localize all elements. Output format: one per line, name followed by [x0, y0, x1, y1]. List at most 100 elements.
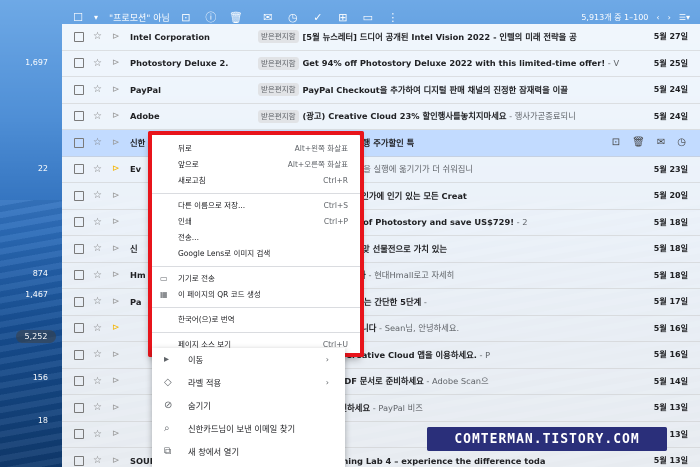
email-row[interactable]: ☆ ⊳ Intel Corporation 받은편지함 [5월 뉴스레터] 드디어 공개… [62, 24, 700, 51]
star-icon[interactable]: ☆ [93, 164, 104, 175]
context-menu-item[interactable]: 앞으로 Alt+오른쪽 화살표 [150, 157, 360, 173]
star-icon[interactable]: ☆ [93, 217, 104, 228]
star-icon[interactable]: ☆ [93, 190, 104, 201]
submenu-arrow-icon: › [325, 355, 329, 364]
important-marker-icon[interactable]: ⊳ [112, 85, 122, 95]
star-icon[interactable]: ☆ [93, 137, 104, 148]
star-icon[interactable]: ☆ [93, 84, 104, 95]
gmail-menu-item[interactable]: ▸ 이동 › [152, 348, 345, 371]
important-marker-icon[interactable]: ⊳ [112, 297, 122, 307]
context-menu-item[interactable]: Google Lens로 이미지 검색 [150, 246, 360, 262]
important-marker-icon[interactable]: ⊳ [112, 376, 122, 386]
row-checkbox[interactable] [74, 243, 84, 254]
snippet-text: - P [476, 349, 491, 360]
gmail-menu-item[interactable]: ◇ 라벨 적용 › [152, 371, 345, 394]
menu-item-shortcut: Alt+왼쪽 화살표 [294, 144, 348, 153]
menu-separator [150, 266, 360, 267]
row-checkbox[interactable] [74, 31, 84, 42]
next-page-icon[interactable]: › [668, 13, 671, 22]
star-icon[interactable]: ☆ [93, 111, 104, 122]
important-marker-icon[interactable]: ⊳ [112, 244, 122, 254]
important-marker-icon[interactable]: ⊳ [112, 32, 122, 42]
email-date: 5월 27일 [653, 32, 688, 42]
star-icon[interactable]: ☆ [93, 429, 104, 440]
email-row[interactable]: ☆ ⊳ Photostory Deluxe 2. 받은편지함 Get 94% off P… [62, 50, 700, 77]
row-checkbox[interactable] [74, 84, 84, 95]
context-menu-item[interactable]: ▦ 이 페이지의 QR 코드 생성 [150, 287, 360, 303]
sidebar-count: 874 [32, 269, 48, 278]
menu-item-label: 전송... [178, 233, 199, 242]
row-checkbox[interactable] [74, 402, 84, 413]
row-checkbox[interactable] [74, 429, 84, 440]
star-icon[interactable]: ☆ [93, 58, 104, 69]
delete-icon[interactable]: 🗑 [632, 137, 645, 148]
important-marker-icon[interactable]: ⊳ [112, 403, 122, 413]
menu-item-label: 한국어(으)로 번역 [178, 315, 235, 324]
inbox-tag: 받은편지함 [258, 109, 299, 123]
sender-name: PayPal [130, 84, 161, 95]
email-date: 5월 20일 [653, 191, 688, 201]
mark-read-icon[interactable]: ✉ [657, 137, 665, 148]
important-marker-icon[interactable]: ⊳ [112, 456, 122, 466]
menu-separator [150, 307, 360, 308]
context-menu-item[interactable]: 인쇄 Ctrl+P [150, 214, 360, 230]
email-date: 5월 18일 [653, 270, 688, 280]
important-marker-icon[interactable]: ⊳ [112, 164, 122, 174]
star-icon[interactable]: ☆ [93, 296, 104, 307]
menu-item-label: Google Lens로 이미지 검색 [178, 249, 271, 258]
email-date: 5월 13일 [653, 456, 688, 466]
menu-item-label: 앞으로 [178, 160, 199, 169]
important-marker-icon[interactable]: ⊳ [112, 138, 122, 148]
email-date: 5월 24일 [653, 111, 688, 121]
filter-label[interactable]: "프로모션" 아님 [109, 11, 170, 24]
context-menu-item[interactable]: ▭ 기기로 전송 [150, 271, 360, 287]
star-icon[interactable]: ☆ [93, 323, 104, 334]
email-row[interactable]: ☆ ⊳ Adobe 받은편지함 (광고) Creative Cloud 23% 할인행사… [62, 103, 700, 130]
context-menu-item[interactable]: 한국어(으)로 번역 [150, 312, 360, 328]
star-icon[interactable]: ☆ [93, 455, 104, 466]
context-menu-item[interactable]: 다른 이름으로 저장... Ctrl+S [150, 198, 360, 214]
star-icon[interactable]: ☆ [93, 243, 104, 254]
row-checkbox[interactable] [74, 296, 84, 307]
row-checkbox[interactable] [74, 137, 84, 148]
important-marker-icon[interactable]: ⊳ [112, 270, 122, 280]
email-subject: [5월 뉴스레터] 드디어 공개된 Intel Vision 2022 - 인텔… [303, 31, 651, 43]
star-icon[interactable]: ☆ [93, 31, 104, 42]
menu-item-icon: ▦ [160, 290, 168, 299]
email-row[interactable]: ☆ ⊳ PayPal 받은편지함 PayPal Checkout을 추가하여 디지털 판… [62, 77, 700, 104]
row-checkbox[interactable] [74, 270, 84, 281]
context-menu-item[interactable]: 뒤로 Alt+왼쪽 화살표 [150, 141, 360, 157]
important-marker-icon[interactable]: ⊳ [112, 323, 122, 333]
important-marker-icon[interactable]: ⊳ [112, 217, 122, 227]
row-checkbox[interactable] [74, 455, 84, 466]
archive-icon[interactable]: ⊡ [612, 137, 620, 148]
star-icon[interactable]: ☆ [93, 402, 104, 413]
sidebar-count: 1,467 [25, 290, 48, 299]
row-checkbox[interactable] [74, 111, 84, 122]
important-marker-icon[interactable]: ⊳ [112, 429, 122, 439]
row-checkbox[interactable] [74, 58, 84, 69]
menu-item-shortcut: Alt+오른쪽 화살표 [287, 160, 348, 169]
prev-page-icon[interactable]: ‹ [656, 13, 659, 22]
star-icon[interactable]: ☆ [93, 376, 104, 387]
important-marker-icon[interactable]: ⊳ [112, 111, 122, 121]
gmail-menu-item[interactable]: ⊘ 숨기기 [152, 394, 345, 417]
inbox-tag: 받은편지함 [258, 56, 299, 70]
important-marker-icon[interactable]: ⊳ [112, 58, 122, 68]
snooze-icon[interactable]: ◷ [677, 137, 686, 148]
row-checkbox[interactable] [74, 323, 84, 334]
row-checkbox[interactable] [74, 349, 84, 360]
row-checkbox[interactable] [74, 164, 84, 175]
context-menu-item[interactable]: 새로고침 Ctrl+R [150, 173, 360, 189]
important-marker-icon[interactable]: ⊳ [112, 191, 122, 201]
gmail-menu-item[interactable]: ⌕ 신한카드님이 보낸 이메일 찾기 [152, 417, 345, 440]
context-menu-item[interactable]: 전송... [150, 230, 360, 246]
important-marker-icon[interactable]: ⊳ [112, 350, 122, 360]
density-icon[interactable]: ☰▾ [679, 13, 690, 22]
gmail-menu-item[interactable]: ⧉ 새 창에서 열기 [152, 440, 345, 463]
star-icon[interactable]: ☆ [93, 349, 104, 360]
star-icon[interactable]: ☆ [93, 270, 104, 281]
row-checkbox[interactable] [74, 376, 84, 387]
row-checkbox[interactable] [74, 190, 84, 201]
row-checkbox[interactable] [74, 217, 84, 228]
